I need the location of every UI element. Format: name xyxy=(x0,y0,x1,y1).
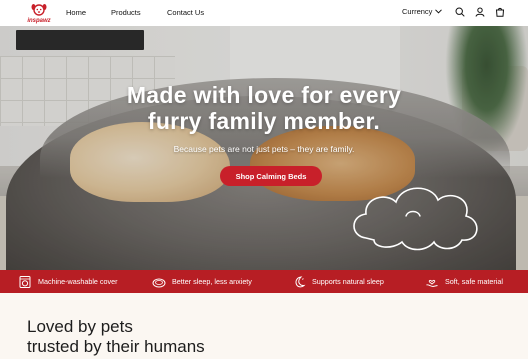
cart-icon[interactable] xyxy=(495,7,505,17)
user-icon[interactable] xyxy=(475,7,485,17)
svg-text:z: z xyxy=(302,277,304,281)
search-icon[interactable] xyxy=(455,7,465,17)
features-strip: Machine-washable cover Better sleep, les… xyxy=(0,270,528,293)
cloud-doodle-icon xyxy=(353,187,478,251)
section-title-line-2: trusted by their humans xyxy=(27,337,205,356)
testimonials-section: Loved by pets trusted by their humans xyxy=(0,293,528,359)
moon-sleep-icon: z xyxy=(295,275,306,287)
hand-heart-icon xyxy=(426,279,438,287)
feature-label: Better sleep, less anxiety xyxy=(172,277,252,286)
chevron-down-icon xyxy=(435,9,443,14)
hero-subtitle: Because pets are not just pets – they ar… xyxy=(173,144,355,154)
dog-logo-icon xyxy=(31,4,47,16)
currency-selector[interactable]: Currency xyxy=(402,7,443,16)
washing-machine-icon xyxy=(19,275,31,288)
hero-title-line-1: Made with love for every xyxy=(126,82,402,108)
feature-item: Machine-washable cover xyxy=(18,270,118,293)
brand-logo[interactable]: inspawz xyxy=(27,3,51,24)
feature-label: Machine-washable cover xyxy=(38,277,118,286)
site-header: inspawz Home Products Contact Us Currenc… xyxy=(0,0,528,26)
hero-banner: Made with love for every furry family me… xyxy=(0,26,528,270)
hero-title: Made with love for every furry family me… xyxy=(0,82,528,134)
section-title-line-1: Loved by pets xyxy=(27,317,133,336)
shop-calming-beds-button[interactable]: Shop Calming Beds xyxy=(220,166,322,186)
nav-products[interactable]: Products xyxy=(111,8,141,17)
nav-home[interactable]: Home xyxy=(66,8,86,17)
section-title: Loved by pets trusted by their humans xyxy=(27,317,205,357)
feature-label: Soft, safe material xyxy=(445,277,503,286)
currency-label: Currency xyxy=(402,7,433,16)
feature-label: Supports natural sleep xyxy=(312,277,384,286)
hero-title-line-2: furry family member. xyxy=(147,108,381,134)
nav-contact-us[interactable]: Contact Us xyxy=(167,8,204,17)
brand-name: inspawz xyxy=(27,18,51,24)
feature-item: Soft, safe material xyxy=(425,270,503,293)
feature-item: z Supports natural sleep xyxy=(292,270,384,293)
pet-bed-icon xyxy=(152,278,166,287)
feature-item: Better sleep, less anxiety xyxy=(152,270,252,293)
